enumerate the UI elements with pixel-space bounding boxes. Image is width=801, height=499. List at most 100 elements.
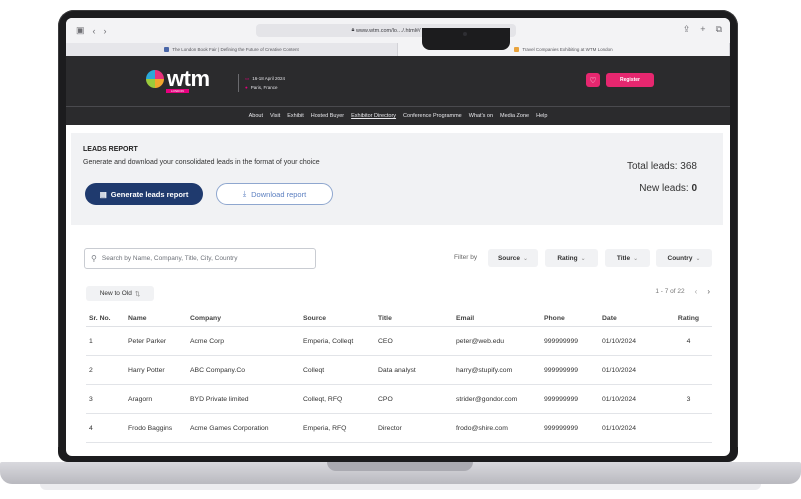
cell-email: peter@web.edu <box>456 337 505 345</box>
wtm-logo[interactable]: wtm <box>146 68 210 90</box>
cell-email: strider@gondor.com <box>456 395 518 403</box>
search-input[interactable]: ⚲ Search by Name, Company, Title, City, … <box>84 248 316 269</box>
register-button[interactable]: Register <box>606 73 654 87</box>
leads-report-description: Generate and download your consolidated … <box>83 159 320 166</box>
site-header: wtm LONDON ▭ 16-18 April 2024 ● Paris, Fra… <box>66 56 730 106</box>
search-placeholder: Search by Name, Company, Title, City, Co… <box>101 255 238 262</box>
col-header-source[interactable]: Source <box>303 315 378 322</box>
new-leads-value: 0 <box>691 183 697 194</box>
sort-icon: ⇅ <box>134 290 141 298</box>
location-pin-icon: ● <box>245 85 248 90</box>
new-tab-icon[interactable]: + <box>700 24 705 35</box>
source-filter-dropdown[interactable]: Source ⌄ <box>488 249 538 267</box>
nav-item-media-zone[interactable]: Media Zone <box>500 113 529 119</box>
nav-item-visit[interactable]: Visit <box>270 113 280 119</box>
total-leads: Total leads: 368 <box>626 161 697 172</box>
laptop-mockup: ▣ ‹ › 🔒︎ www.wtm.com/lo…/.html#/ ⇪ + ⧉ T… <box>0 0 801 499</box>
col-header-name[interactable]: Name <box>128 315 190 322</box>
nav-item-exhibitor-directory[interactable]: Exhibitor Directory <box>351 113 396 119</box>
cell-name: Frodo Baggins <box>128 424 173 432</box>
chevron-down-icon: ⌄ <box>695 255 701 262</box>
nav-item-exhibit[interactable]: Exhibit <box>287 113 304 119</box>
pagination: 1 - 7 of 22 ‹ › <box>655 288 710 296</box>
browser-tabs: The London Book Fair | Defining the Futu… <box>66 43 730 56</box>
cell-phone: 999999999 <box>544 424 579 432</box>
cell-date: 01/10/2024 <box>602 424 637 432</box>
col-header-date[interactable]: Date <box>602 315 665 322</box>
cell-title: CEO <box>378 337 393 345</box>
camera-notch <box>422 28 510 50</box>
heart-icon: ♡ <box>589 75 597 85</box>
browser-toolbar: ▣ ‹ › 🔒︎ www.wtm.com/lo…/.html#/ ⇪ + ⧉ <box>66 18 730 43</box>
cell-phone: 999999999 <box>544 395 579 403</box>
nav-item-conference-programme[interactable]: Conference Programme <box>403 113 462 119</box>
download-report-button[interactable]: ⤓ Download report <box>216 183 333 205</box>
calendar-icon: ▭ <box>245 76 250 81</box>
laptop-shadow <box>40 484 761 490</box>
tabs-overview-icon[interactable]: ⧉ <box>716 24 722 35</box>
col-header-title[interactable]: Title <box>378 315 456 322</box>
new-leads: New leads: 0 <box>639 183 697 194</box>
cell-rating: 4 <box>686 337 691 345</box>
chevron-down-icon: ⌄ <box>580 255 586 262</box>
chevron-down-icon: ⌄ <box>633 255 639 262</box>
logo-sub-label: LONDON <box>166 89 189 93</box>
filter-by-label: Filter by <box>454 254 478 261</box>
col-header-rating[interactable]: Rating <box>665 315 712 322</box>
nav-item-hosted-buyer[interactable]: Hosted Buyer <box>311 113 344 119</box>
generate-leads-report-button[interactable]: ▤ Generate leads report <box>85 183 203 205</box>
favourites-button[interactable]: ♡ <box>586 73 600 87</box>
main-nav: About Visit Exhibit Hosted Buyer Exhibit… <box>66 106 730 125</box>
leads-report-panel: LEADS REPORT Generate and download your … <box>71 133 723 225</box>
wtm-logo-mark-icon <box>146 70 164 88</box>
tab-london-book-fair[interactable]: The London Book Fair | Defining the Futu… <box>66 43 398 56</box>
pagination-range: 1 - 7 of 22 <box>655 288 685 295</box>
nav-item-about[interactable]: About <box>249 113 263 119</box>
nav-item-whats-on[interactable]: What's on <box>469 113 493 119</box>
cell-source: Emperia, RFQ <box>303 424 347 432</box>
cell-name: Harry Potter <box>128 366 165 374</box>
table-row[interactable]: 2 Harry Potter ABC Company.Co Colleqt Da… <box>86 356 712 385</box>
rating-filter-dropdown[interactable]: Rating ⌄ <box>545 249 598 267</box>
cell-company: ABC Company.Co <box>190 366 246 374</box>
table-row[interactable]: 3 Aragorn BYD Private limited Colleqt, R… <box>86 385 712 414</box>
cell-company: BYD Private limited <box>190 395 249 403</box>
cell-source: Colleqt, RFQ <box>303 395 343 403</box>
back-icon[interactable]: ‹ <box>93 26 96 36</box>
prev-page-icon[interactable]: ‹ <box>695 288 698 296</box>
share-icon[interactable]: ⇪ <box>683 24 691 35</box>
nav-item-help[interactable]: Help <box>536 113 547 119</box>
favicon-icon <box>514 47 520 52</box>
search-icon: ⚲ <box>91 254 97 263</box>
sidebar-icon[interactable]: ▣ <box>76 25 85 36</box>
cell-date: 01/10/2024 <box>602 395 637 403</box>
cell-sr-no: 3 <box>89 395 93 403</box>
cell-title: Data analyst <box>378 366 416 374</box>
cell-email: frodo@shire.com <box>456 424 508 432</box>
cell-name: Peter Parker <box>128 337 167 345</box>
cell-phone: 999999999 <box>544 366 579 374</box>
leads-table: Sr. No. Name Company Source Title Email … <box>86 310 712 443</box>
next-page-icon[interactable]: › <box>707 288 710 296</box>
cell-sr-no: 1 <box>89 337 93 345</box>
col-header-sr-no[interactable]: Sr. No. <box>86 315 128 322</box>
table-header-row: Sr. No. Name Company Source Title Email … <box>86 310 712 327</box>
country-filter-dropdown[interactable]: Country ⌄ <box>656 249 712 267</box>
download-icon: ⤓ <box>242 189 247 198</box>
title-filter-dropdown[interactable]: Title ⌄ <box>605 249 650 267</box>
event-info: ▭ 16-18 April 2024 ● Paris, France <box>238 74 285 92</box>
forward-icon[interactable]: › <box>104 26 107 36</box>
col-header-email[interactable]: Email <box>456 315 544 322</box>
cell-rating: 3 <box>686 395 691 403</box>
cell-phone: 999999999 <box>544 337 579 345</box>
report-icon: ▤ <box>99 189 107 199</box>
table-row[interactable]: 1 Peter Parker Acme Corp Emperia, Colleq… <box>86 327 712 356</box>
cell-title: CPO <box>378 395 393 403</box>
col-header-company[interactable]: Company <box>190 315 303 322</box>
sort-dropdown[interactable]: New to Old ⇅ <box>86 286 154 301</box>
cell-company: Acme Games Corporation <box>190 424 269 432</box>
col-header-phone[interactable]: Phone <box>544 315 602 322</box>
table-row[interactable]: 4 Frodo Baggins Acme Games Corporation E… <box>86 414 712 443</box>
favicon-icon <box>164 47 170 52</box>
cell-title: Director <box>378 424 402 432</box>
